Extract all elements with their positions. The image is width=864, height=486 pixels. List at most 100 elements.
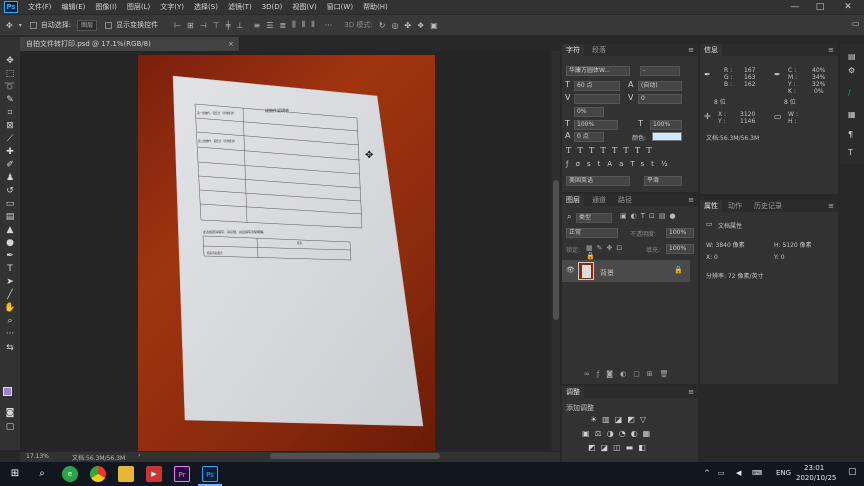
screen-mode-icon[interactable]: ▢ xyxy=(3,421,17,433)
eyedropper-tool-icon[interactable]: ⟋ xyxy=(3,133,17,145)
quick-select-tool-icon[interactable]: ✎ xyxy=(3,94,17,106)
adjustment-icons-row3[interactable]: ◩◪◫▬◧ xyxy=(588,443,688,452)
crop-tool-icon[interactable]: ⌗ xyxy=(3,107,17,119)
zoom-tool-icon[interactable]: ⌕ xyxy=(3,315,17,327)
layer-filter-select[interactable]: 类型 xyxy=(576,213,612,223)
swap-colors-icon[interactable]: ⇆ xyxy=(3,342,17,354)
menu-layer[interactable]: 图层(L) xyxy=(127,2,150,12)
panel-menu-icon[interactable]: ≡ xyxy=(824,200,838,212)
adjust-icon[interactable]: ⚙ xyxy=(848,66,855,75)
minimize-button[interactable]: — xyxy=(785,1,805,13)
vertical-scrollbar-thumb[interactable] xyxy=(553,180,559,320)
distribute-middle-icon[interactable]: ☰ xyxy=(266,21,273,30)
layer-actions[interactable]: ∞ƒ◙◐▢⊞🗑 xyxy=(584,370,694,378)
align-center-icon[interactable]: ⊞ xyxy=(187,21,194,30)
font-family-select[interactable]: 华康方圆体W... xyxy=(566,66,630,76)
ime-icon[interactable]: ⌨ xyxy=(752,469,762,477)
clock-date[interactable]: 2020/10/25 xyxy=(796,474,836,482)
horizontal-scale-field[interactable]: 100% xyxy=(650,120,682,130)
search-icon[interactable]: ⌕ xyxy=(34,466,50,482)
distribute-center-icon[interactable]: ⦀ xyxy=(302,20,306,30)
align-middle-icon[interactable]: ╪ xyxy=(226,21,231,30)
blur-tool-icon[interactable]: ▲ xyxy=(3,224,17,236)
tab-channels[interactable]: 通道 xyxy=(588,194,610,206)
dodge-tool-icon[interactable]: ● xyxy=(3,237,17,249)
quick-mask-icon[interactable]: ◙ xyxy=(3,407,17,419)
close-icon[interactable]: × xyxy=(228,37,238,51)
brush-tool-icon[interactable]: ✐ xyxy=(3,159,17,171)
menu-window[interactable]: 窗口(W) xyxy=(327,2,353,12)
history-icon[interactable]: ▤ xyxy=(848,52,856,61)
document-tab[interactable]: 自拍文件转打印.psd @ 17.1%(RGB/8) xyxy=(20,37,240,51)
tab-properties[interactable]: 属性 xyxy=(700,200,722,212)
move-tool-icon[interactable]: ✥ xyxy=(6,21,13,30)
pan-3d-icon[interactable]: ✤ xyxy=(404,21,411,30)
menu-image[interactable]: 图像(I) xyxy=(95,2,117,12)
horizontal-scrollbar-thumb[interactable] xyxy=(270,453,440,459)
tracking-field[interactable]: 0 xyxy=(638,94,682,104)
status-arrow-icon[interactable]: › xyxy=(138,452,140,459)
path-select-tool-icon[interactable]: ➤ xyxy=(3,276,17,288)
curves-icon[interactable]: ∕ xyxy=(848,88,851,97)
vertical-scale-field[interactable]: 100% xyxy=(574,120,618,130)
align-top-icon[interactable]: ⊤ xyxy=(213,21,220,30)
baseline-shift-field[interactable]: 0 点 xyxy=(574,132,604,142)
character-style-icon[interactable]: T xyxy=(848,148,853,157)
blend-mode-select[interactable]: 正常 xyxy=(566,228,618,238)
more-options-icon[interactable]: ··· xyxy=(325,21,333,30)
lock-icons[interactable]: ▦✎✥⊡🔒 xyxy=(586,244,636,260)
distribute-top-icon[interactable]: ≡ xyxy=(253,21,260,30)
text-style-buttons[interactable]: TTTTTTTT xyxy=(566,146,686,156)
tab-info[interactable]: 信息 xyxy=(700,44,722,56)
gradient-tool-icon[interactable]: ▤ xyxy=(3,211,17,223)
clock-time[interactable]: 23:01 xyxy=(804,464,824,472)
tab-paragraph[interactable]: 段落 xyxy=(588,44,610,56)
adjustment-icons-row2[interactable]: ▣⚖◑◔◐▦ xyxy=(582,429,692,438)
grid-icon[interactable]: ▦ xyxy=(848,110,856,119)
media-app-icon[interactable]: ▶ xyxy=(146,466,162,482)
tab-actions[interactable]: 动作 xyxy=(724,200,746,212)
auto-select-dropdown[interactable]: 图层 xyxy=(77,19,98,31)
lasso-tool-icon[interactable]: ➰ xyxy=(3,81,17,93)
menu-help[interactable]: 帮助(H) xyxy=(363,2,388,12)
history-brush-icon[interactable]: ↺ xyxy=(3,185,17,197)
tab-character[interactable]: 字符 xyxy=(562,44,584,56)
zoom-level[interactable]: 17.13% xyxy=(26,453,49,460)
stamp-tool-icon[interactable]: ♟ xyxy=(3,172,17,184)
tab-paths[interactable]: 路径 xyxy=(614,194,636,206)
orbit-3d-icon[interactable]: ↻ xyxy=(379,21,386,30)
maximize-button[interactable]: □ xyxy=(810,1,830,13)
tray-overflow-icon[interactable]: ^ xyxy=(704,469,710,477)
show-transform-checkbox[interactable] xyxy=(105,21,113,29)
marquee-tool-icon[interactable]: ⬚ xyxy=(3,68,17,80)
adjustment-icons-row1[interactable]: ☀▥◪◩▽ xyxy=(590,415,690,424)
frame-tool-icon[interactable]: ⊠ xyxy=(3,120,17,132)
distribute-right-icon[interactable]: ⫴ xyxy=(311,20,314,30)
hand-tool-icon[interactable]: ✋ xyxy=(3,302,17,314)
tab-layers[interactable]: 图层 xyxy=(562,194,584,206)
kerning-field[interactable] xyxy=(574,94,620,104)
scale-3d-icon[interactable]: ▣ xyxy=(430,21,438,30)
fill-field[interactable]: 100% xyxy=(666,244,694,254)
leading-field[interactable]: (自动) xyxy=(638,81,682,91)
scale-percent-field[interactable]: 0% xyxy=(574,107,604,117)
chevron-down-icon[interactable]: ▾ xyxy=(19,22,22,29)
visibility-eye-icon[interactable]: 👁 xyxy=(566,266,575,274)
layer-name[interactable]: 背景 xyxy=(600,268,614,278)
opacity-field[interactable]: 100% xyxy=(666,228,694,238)
antialias-select[interactable]: 平滑 xyxy=(644,176,682,186)
volume-icon[interactable]: ◀ xyxy=(736,469,741,477)
layer-row[interactable]: 👁 背景 🔒 xyxy=(562,260,690,282)
auto-select-checkbox[interactable] xyxy=(29,21,37,29)
paragraph-style-icon[interactable]: ¶ xyxy=(848,130,853,139)
close-button[interactable]: ✕ xyxy=(838,1,858,13)
line-tool-icon[interactable]: ╱ xyxy=(3,289,17,301)
type-tool-icon[interactable]: T xyxy=(3,263,17,275)
eraser-tool-icon[interactable]: ▭ xyxy=(3,198,17,210)
roll-3d-icon[interactable]: ◎ xyxy=(391,21,398,30)
chrome-icon[interactable] xyxy=(90,466,106,482)
menu-view[interactable]: 视图(V) xyxy=(292,2,316,12)
windows-start-icon[interactable]: ⊞ xyxy=(7,466,23,482)
language-indicator[interactable]: ENG xyxy=(776,469,791,477)
slide-3d-icon[interactable]: ❖ xyxy=(417,21,424,30)
